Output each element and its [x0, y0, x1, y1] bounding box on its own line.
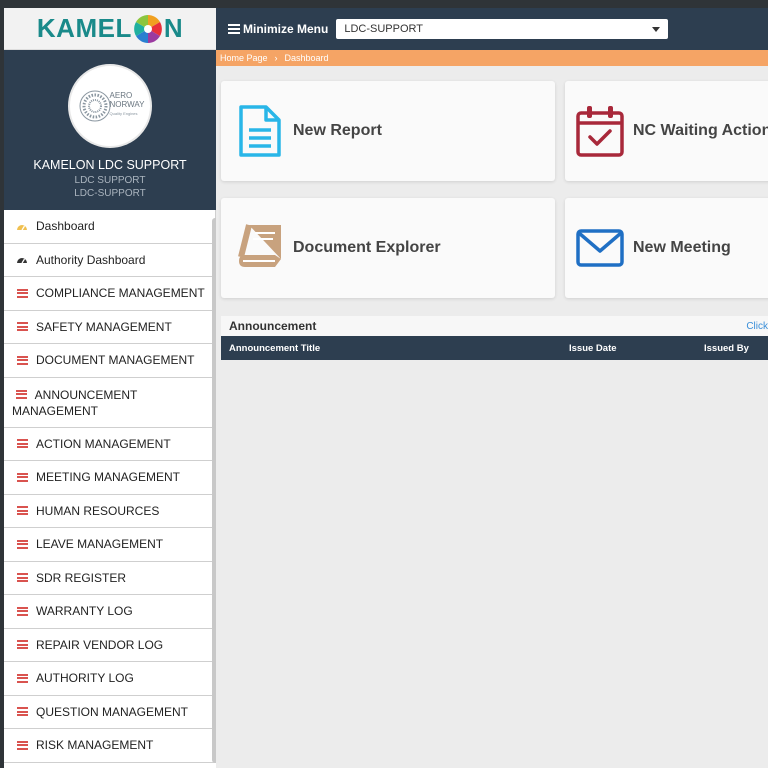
sidebar-item-label: WARRANTY LOG: [36, 604, 133, 619]
main-content: New Report NC Waiting Action Document Ex…: [216, 66, 768, 768]
menu-icon: [16, 472, 28, 482]
logo-word-aero: AERO: [109, 90, 133, 100]
announcement-title: Announcement: [229, 319, 317, 333]
menu-icon: [16, 355, 28, 365]
sidebar-item-label: RISK MANAGEMENT: [36, 738, 154, 753]
breadcrumb: Home Page › Dashboard: [216, 50, 768, 66]
chevron-down-icon: [652, 26, 661, 32]
new-report-label: New Report: [293, 122, 382, 139]
sidebar-item-announcement-management[interactable]: ANNOUNCEMENT MANAGEMENT: [4, 377, 216, 428]
sidebar-item-risk-management[interactable]: RISK MANAGEMENT: [4, 729, 216, 763]
sidebar-item-action-management[interactable]: ACTION MANAGEMENT: [4, 427, 216, 461]
profile-line1: LDC SUPPORT: [74, 175, 146, 186]
calendar-check-icon: [576, 106, 624, 157]
announcement-panel-header: Announcement Click: [221, 316, 768, 336]
breadcrumb-separator-icon: ›: [274, 53, 278, 63]
document-explorer-label: Document Explorer: [293, 239, 441, 256]
document-icon: [239, 105, 281, 157]
gauge-icon: [16, 255, 28, 264]
minimize-menu-label: Minimize Menu: [243, 22, 329, 36]
logo-tagline: Quality Engines: [109, 110, 138, 116]
sidebar-item-meeting-management[interactable]: MEETING MANAGEMENT: [4, 461, 216, 495]
company-logo: AERO NORWAY Quality Engines: [68, 64, 152, 148]
sidebar-item-sdr-register[interactable]: SDR REGISTER: [4, 561, 216, 595]
column-header-issued-by[interactable]: Issued By: [704, 343, 749, 354]
logo-text-right: N: [163, 13, 184, 43]
sidebar-item-label: HUMAN RESOURCES: [36, 503, 160, 518]
document-explorer-card[interactable]: Document Explorer: [221, 198, 555, 298]
menu-icon: [16, 606, 28, 616]
sidebar-item-question-management[interactable]: QUESTION MANAGEMENT: [4, 695, 216, 729]
profile-name: KAMELON LDC SUPPORT: [33, 158, 187, 172]
sidebar-item-dashboard[interactable]: Dashboard: [4, 210, 216, 244]
sidebar-item-compliance-management[interactable]: COMPLIANCE MANAGEMENT: [4, 277, 216, 311]
sidebar-item-safety-management[interactable]: SAFETY MANAGEMENT: [4, 310, 216, 344]
sidebar-item-label: Authority Dashboard: [36, 252, 146, 267]
sidebar-item-label: SDR REGISTER: [36, 570, 127, 585]
nc-waiting-action-card[interactable]: NC Waiting Action: [565, 81, 768, 181]
sidebar-item-label: AUTHORITY LOG: [36, 671, 134, 686]
sidebar-item-human-resources[interactable]: HUMAN RESOURCES: [4, 494, 216, 528]
menu-icon: [16, 640, 28, 650]
sidebar-item-label: Dashboard: [36, 219, 95, 234]
logo-wheel-icon: [133, 14, 162, 43]
sidebar-item-label: DOCUMENT MANAGEMENT: [36, 353, 195, 368]
window-frame-top: [0, 0, 768, 8]
account-select-value: LDC-SUPPORT: [344, 23, 423, 35]
menu-icon: [16, 573, 28, 583]
announcement-click-link[interactable]: Click: [746, 321, 768, 332]
menu-icon: [16, 673, 28, 683]
menu-icon: [12, 389, 27, 399]
breadcrumb-current: Dashboard: [284, 53, 329, 63]
kamelon-logo: KAMEL N: [37, 13, 183, 44]
sidebar-item-warranty-log[interactable]: WARRANTY LOG: [4, 595, 216, 629]
sidebar-item-repair-vendor-log[interactable]: REPAIR VENDOR LOG: [4, 628, 216, 662]
brand-logo-bar[interactable]: KAMEL N: [4, 8, 216, 50]
sidebar-item-label: SAFETY MANAGEMENT: [36, 319, 172, 334]
new-report-card[interactable]: New Report: [221, 81, 555, 181]
user-profile-panel: AERO NORWAY Quality Engines KAMELON LDC …: [4, 50, 216, 210]
sidebar: KAMEL N AERO NORWAY Quality Engines KAME…: [4, 8, 216, 768]
profile-line2: LDC-SUPPORT: [74, 188, 146, 199]
sidebar-item-label: MEETING MANAGEMENT: [36, 470, 181, 485]
account-select[interactable]: LDC-SUPPORT: [336, 19, 669, 39]
sidebar-item-label: ANNOUNCEMENT: [34, 387, 138, 402]
menu-icon: [16, 539, 28, 549]
sidebar-item-label: REPAIR VENDOR LOG: [36, 637, 164, 652]
sidebar-item-leave-management[interactable]: LEAVE MANAGEMENT: [4, 528, 216, 562]
sidebar-item-label: ACTION MANAGEMENT: [36, 436, 171, 451]
menu-icon: [16, 740, 28, 750]
column-header-announcement-title[interactable]: Announcement Title: [229, 343, 320, 354]
sidebar-item-document-management[interactable]: DOCUMENT MANAGEMENT: [4, 344, 216, 378]
sidebar-item-authority-log[interactable]: AUTHORITY LOG: [4, 662, 216, 696]
sidebar-item-label: COMPLIANCE MANAGEMENT: [36, 286, 205, 301]
minimize-menu-icon: [228, 24, 240, 34]
dashboard-gauge-icon: [16, 222, 28, 231]
minimize-menu-button[interactable]: Minimize Menu: [228, 22, 328, 36]
menu-icon: [16, 707, 28, 717]
top-navbar: Minimize Menu LDC-SUPPORT: [216, 8, 768, 50]
logo-text-left: KAMEL: [36, 13, 132, 43]
nc-waiting-action-label: NC Waiting Action: [633, 122, 768, 139]
new-meeting-card[interactable]: New Meeting: [565, 198, 768, 298]
announcement-table-header: Announcement Title Issue Date Issued By: [221, 336, 768, 360]
column-header-issue-date[interactable]: Issue Date: [569, 343, 617, 354]
menu-icon: [16, 322, 28, 332]
sidebar-item-label-line2: MANAGEMENT: [12, 403, 99, 418]
sidebar-item-label: LEAVE MANAGEMENT: [36, 537, 164, 552]
menu-icon: [16, 288, 28, 298]
breadcrumb-home-link[interactable]: Home Page: [220, 53, 268, 63]
sidebar-menu: Dashboard Authority Dashboard COMPLIANCE…: [4, 210, 216, 763]
logo-word-norway: NORWAY: [109, 99, 145, 109]
envelope-icon: [576, 229, 624, 267]
new-meeting-label: New Meeting: [633, 239, 731, 256]
menu-icon: [16, 506, 28, 516]
book-icon: [238, 224, 281, 267]
sidebar-item-label: QUESTION MANAGEMENT: [36, 704, 189, 719]
sidebar-item-authority-dashboard[interactable]: Authority Dashboard: [4, 243, 216, 277]
menu-icon: [16, 439, 28, 449]
